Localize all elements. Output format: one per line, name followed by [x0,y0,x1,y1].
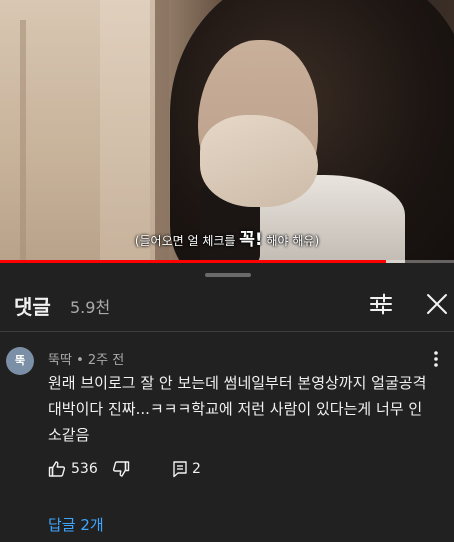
subtitle-prefix: (들어오면 얼 체크를 [134,234,240,248]
comments-panel: 댓글 5.9천 뚝 뚝딱 • 2주 전 원래 브이로그 잘 안 보는데 썸네일부… [0,263,454,542]
comment-meta: 뚝딱 • 2주 전 [48,349,124,368]
view-replies-link[interactable]: 답글 2개 [48,514,104,535]
subtitle-suffix: 해야 해유) [262,234,320,248]
comment-time: 2주 전 [87,353,125,368]
video-background-pillar [155,0,169,263]
comment-actions: 536 2 [48,460,428,482]
video-subtitle: (들어오면 얼 체크를 꼭! 해야 해유) [0,225,454,250]
comment-author[interactable]: 뚝딱 [48,353,72,368]
more-vert-icon[interactable] [428,349,444,369]
comment-text: 원래 브이로그 잘 안 보는데 썸네일부터 본영상까지 얼굴공격 대박이다 진짜… [48,374,427,444]
reply-count: 2 [192,461,201,477]
video-player[interactable]: (들어오면 얼 체크를 꼭! 해야 해유) [0,0,454,263]
subtitle-emphasis: 꼭! [239,230,263,250]
comments-header: 댓글 5.9천 [0,287,454,331]
avatar[interactable]: 뚝 [6,347,34,375]
thumb-up-icon[interactable] [48,460,66,478]
drag-handle[interactable] [205,273,251,277]
close-icon[interactable] [424,291,450,317]
comments-title: 댓글 [14,295,51,319]
comments-count: 5.9천 [70,298,111,317]
comment-reply-icon[interactable] [172,460,188,478]
header-divider [0,331,454,332]
thumb-down-icon[interactable] [112,460,130,478]
like-count: 536 [71,461,98,477]
filter-sliders-icon[interactable] [368,291,394,317]
meta-separator: • [76,353,88,368]
video-background-door [100,0,155,263]
